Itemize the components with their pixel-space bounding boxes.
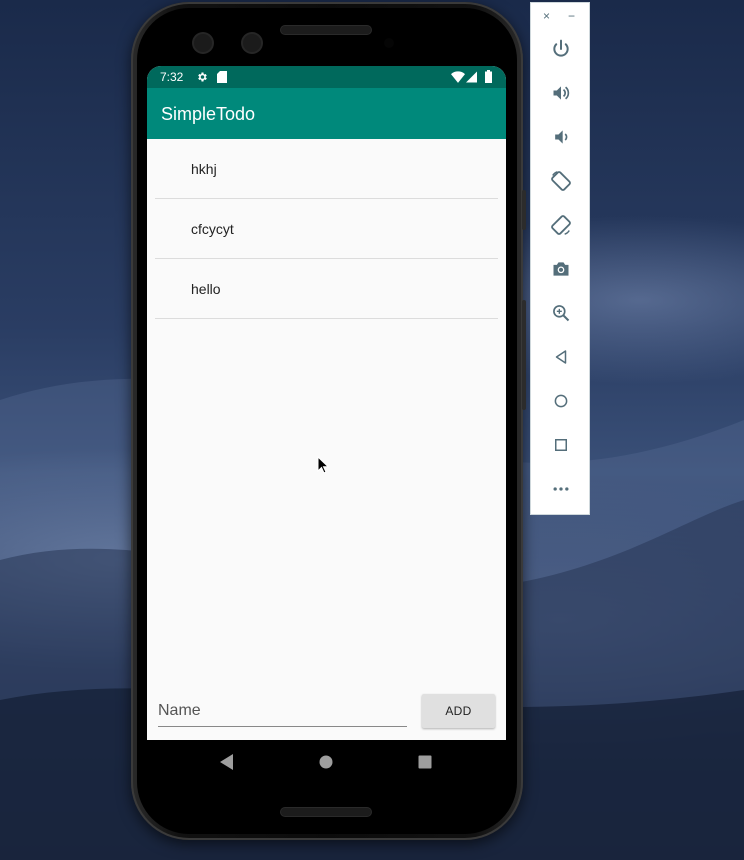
back-icon[interactable] [220, 754, 234, 770]
name-input[interactable] [158, 696, 407, 726]
gear-icon [198, 72, 207, 82]
app-title: SimpleTodo [161, 104, 256, 124]
home-icon[interactable] [547, 387, 575, 415]
status-bar: 7:32 [147, 66, 506, 88]
back-icon[interactable] [547, 343, 575, 371]
list-item[interactable]: cfcycyt [155, 199, 498, 259]
volume-down-icon[interactable] [547, 123, 575, 151]
rotate-right-icon[interactable] [547, 211, 575, 239]
list-item-label: hkhj [191, 161, 217, 177]
phone-side-button [522, 190, 526, 230]
front-sensor-left [194, 34, 212, 52]
todo-list[interactable]: hkhj cfcycyt hello [155, 139, 498, 319]
app-toolbar: SimpleTodo [147, 88, 506, 139]
recents-icon[interactable] [418, 754, 432, 770]
front-camera [384, 38, 394, 48]
list-item[interactable]: hkhj [155, 139, 498, 199]
close-icon[interactable]: × [543, 9, 550, 23]
volume-up-icon[interactable] [547, 79, 575, 107]
bottom-speaker [281, 808, 371, 816]
status-time: 7:32 [160, 70, 184, 84]
emulator-toolbar: × − [530, 2, 590, 515]
battery-icon [485, 70, 492, 83]
add-button[interactable]: ADD [422, 694, 495, 728]
home-icon[interactable] [319, 754, 333, 770]
front-sensor-right [243, 34, 261, 52]
minimize-icon[interactable]: − [568, 9, 575, 23]
rotate-left-icon[interactable] [547, 167, 575, 195]
top-speaker [281, 26, 371, 34]
zoom-icon[interactable] [547, 299, 575, 327]
wifi-icon [451, 71, 465, 83]
overview-icon[interactable] [547, 431, 575, 459]
list-item-label: cfcycyt [191, 221, 234, 237]
list-item[interactable]: hello [155, 259, 498, 319]
name-field-container [158, 696, 407, 727]
nav-bar [147, 740, 506, 784]
phone-volume-button [522, 300, 526, 410]
camera-icon[interactable] [547, 255, 575, 283]
sd-card-icon [217, 71, 227, 83]
power-icon[interactable] [547, 35, 575, 63]
signal-icon [466, 71, 477, 83]
more-icon[interactable] [547, 475, 575, 503]
mouse-cursor [317, 456, 329, 474]
list-item-label: hello [191, 281, 221, 297]
app-screen: 7:32 SimpleTodo hkhj cfcycyt hello Name … [147, 66, 506, 784]
